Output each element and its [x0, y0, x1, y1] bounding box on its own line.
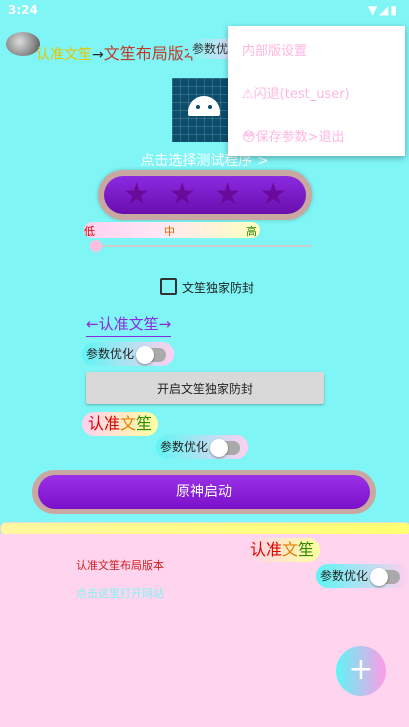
- chip-text-b: 文: [282, 540, 299, 559]
- param-optimize-switch-1[interactable]: 参数优化: [82, 342, 175, 366]
- clock: 3:24: [8, 3, 38, 17]
- title-part3: 文笙布局版本: [103, 44, 200, 63]
- launch-button[interactable]: 原神启动: [32, 470, 376, 514]
- menu-item-crash-label: ⚠闪退(test_user): [242, 87, 350, 102]
- switch-label: 参数优化: [86, 347, 135, 361]
- star-icon[interactable]: ★: [169, 180, 196, 210]
- bottom-panel: [0, 534, 409, 727]
- panel-brand-chip: 认准文笙: [244, 538, 321, 562]
- title-part1: 认准文笙: [36, 47, 92, 63]
- android-app-icon[interactable]: [172, 78, 236, 142]
- level-mid[interactable]: 中: [164, 223, 175, 239]
- toggle-switch[interactable]: [136, 345, 167, 364]
- menu-item-save-label: 保存参数>退出: [255, 130, 345, 145]
- brand-chip: 认准文笙: [82, 412, 159, 436]
- toggle-switch[interactable]: [370, 567, 401, 586]
- star-icon[interactable]: ★: [260, 180, 287, 210]
- level-high[interactable]: 高: [246, 223, 257, 239]
- avatar[interactable]: [6, 32, 40, 56]
- star-icon[interactable]: ★: [123, 180, 150, 210]
- star-icon[interactable]: ★: [214, 180, 241, 210]
- menu-item-crash-exit[interactable]: ⚠闪退(test_user): [242, 83, 350, 102]
- title-arrow: →: [92, 47, 104, 63]
- star-rating-bar[interactable]: ★ ★ ★ ★: [98, 170, 312, 220]
- status-bar: 3:24 ▼◢▮: [0, 0, 409, 22]
- param-optimize-switch-3[interactable]: 参数优化: [316, 564, 409, 588]
- app-title: 认准文笙→文笙布局版本: [36, 40, 200, 64]
- status-icons: ▼◢▮: [367, 3, 399, 17]
- chip-text-a: 认准: [250, 540, 283, 559]
- level-selector[interactable]: 低 中 高: [84, 222, 260, 238]
- chip-text-c: 笙: [298, 540, 315, 559]
- param-optimize-switch-2[interactable]: 参数优化: [156, 435, 249, 459]
- add-fab-button[interactable]: +: [336, 646, 386, 696]
- slider-thumb[interactable]: [90, 240, 102, 252]
- switch-label: 参数优化: [160, 440, 209, 454]
- emoji-icon: 😳: [242, 130, 256, 145]
- menu-item-save-exit[interactable]: 😳保存参数>退出: [242, 126, 344, 145]
- open-website-link[interactable]: 点击这里打开网站: [76, 585, 164, 601]
- section-title: ←认准文笙→: [86, 313, 172, 337]
- switch-label: 参数优化: [320, 569, 369, 583]
- level-low[interactable]: 低: [84, 223, 95, 239]
- menu-item-internal-settings[interactable]: 内部版设置: [242, 40, 307, 59]
- anti-ban-checkbox[interactable]: [160, 278, 177, 295]
- enable-anti-ban-button[interactable]: 开启文笙独家防封: [86, 372, 324, 404]
- overflow-menu: 内部版设置 ⚠闪退(test_user) 😳保存参数>退出: [228, 26, 405, 156]
- toggle-switch[interactable]: [210, 438, 241, 457]
- anti-ban-checkbox-label: 文笙独家防封: [182, 281, 255, 295]
- slider-track[interactable]: [96, 245, 312, 247]
- panel-title: 认准文笙布局版本: [76, 559, 164, 572]
- android-icon: [188, 96, 220, 116]
- launch-button-label: 原神启动: [38, 475, 370, 509]
- chip-text-c: 笙: [136, 414, 153, 433]
- chip-text-a: 认准: [88, 414, 121, 433]
- chip-text-b: 文: [120, 414, 137, 433]
